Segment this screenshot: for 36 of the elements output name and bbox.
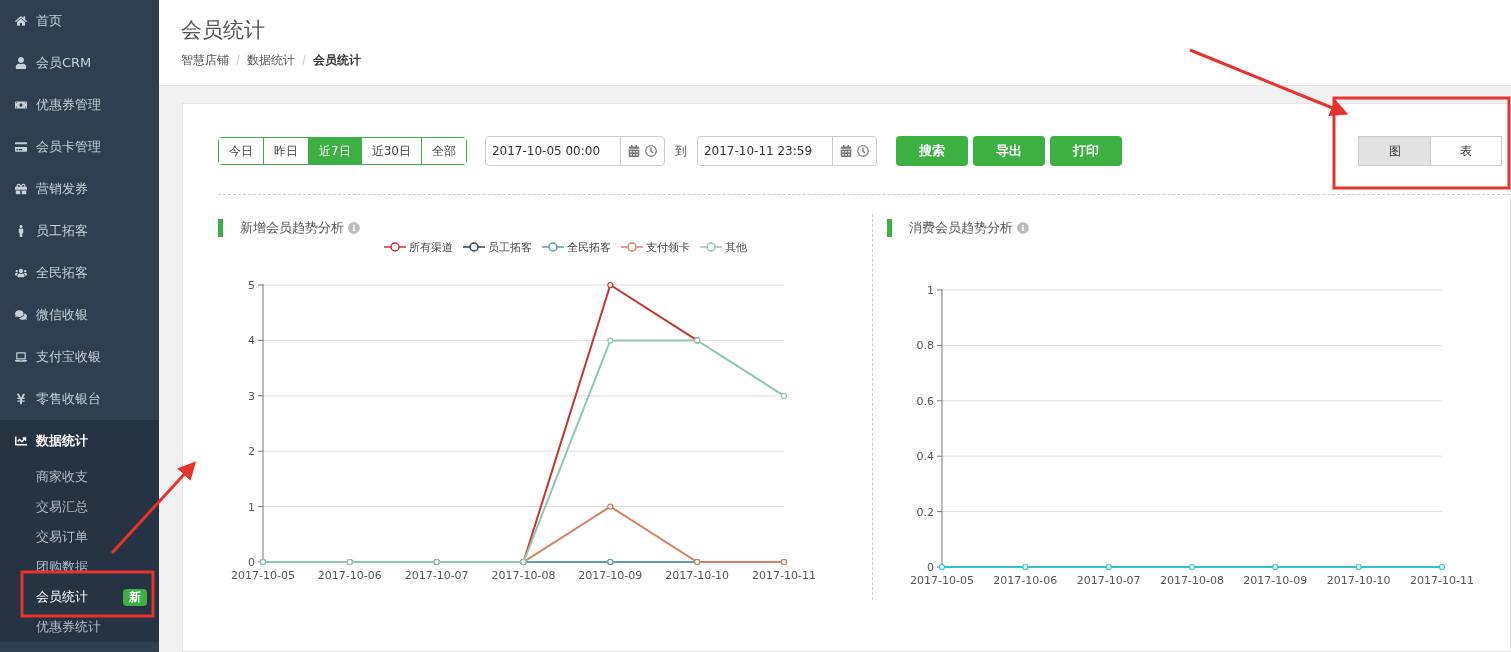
axis-tick-label: 4 (248, 334, 255, 348)
axis-tick-label: 2017-10-11 (752, 569, 816, 583)
axis-tick-label: 2017-10-11 (1410, 573, 1474, 587)
axis-tick-label: 0 (248, 556, 255, 570)
axis-tick-label: 3 (248, 390, 255, 404)
axis-tick-label: 2017-10-06 (317, 569, 382, 583)
axis-tick-label: 2017-10-09 (1243, 573, 1308, 587)
breadcrumb-separator: / (301, 52, 306, 69)
new-badge: 新 (123, 588, 147, 606)
axis-tick-label: 0.8 (916, 338, 934, 352)
axis-tick-label: 2017-10-09 (578, 569, 643, 583)
axis-tick-label: 1 (927, 283, 934, 297)
axis-tick-label: 2017-10-07 (1076, 573, 1141, 587)
axis-tick-label: 2017-10-08 (491, 569, 556, 583)
axis-tick-label: 2017-10-06 (993, 573, 1058, 587)
axis-tick-label: 1 (248, 500, 255, 514)
axis-tick-label: 2017-10-05 (231, 569, 295, 583)
breadcrumb-item: 会员统计 (312, 52, 361, 69)
breadcrumb-separator: / (236, 52, 240, 69)
axis-tick-label: 0 (927, 560, 934, 574)
axis-tick-label: 0.2 (916, 505, 934, 519)
page-title: 会员统计 (181, 17, 266, 44)
axis-tick-label: 2017-10-05 (910, 573, 974, 587)
axis-tick-label: 2017-10-10 (1326, 573, 1391, 587)
axis-tick-label: 0.6 (916, 394, 934, 408)
datetime-value: 2017-10-11 23:59 (702, 143, 814, 160)
axis-tick-label: 2017-10-08 (1160, 573, 1224, 587)
axis-tick-label: 0.4 (916, 449, 934, 463)
chart-title: 消费会员趋势分析 (909, 219, 1013, 237)
chart-title: 新增会员趋势分析 (240, 219, 344, 237)
datetime-value: 2017-10-05 00:00 (490, 143, 602, 160)
axis-tick-label: 2 (248, 445, 255, 459)
range-separator: 到 (674, 143, 687, 160)
axis-tick-label: 2017-10-07 (404, 569, 469, 583)
axis-tick-label: 5 (248, 279, 255, 293)
axis-tick-label: 2017-10-10 (665, 569, 730, 583)
